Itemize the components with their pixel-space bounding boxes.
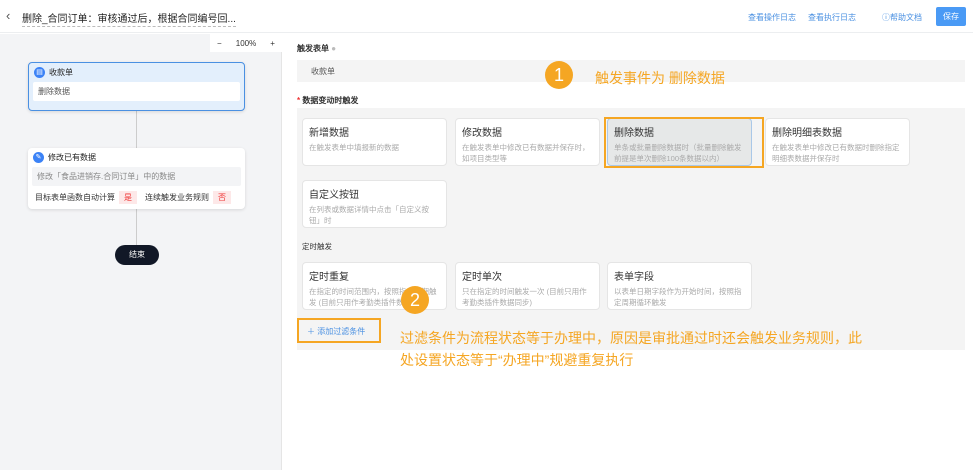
card-form-field[interactable]: 表单字段 以表单日期字段作为开始时间，按照指定周期循环触发 [607, 262, 752, 310]
connector [136, 209, 137, 245]
help-doc-link[interactable]: ⓘ帮助文档 [882, 12, 922, 23]
help-label: 帮助文档 [890, 13, 922, 22]
annotation-marker-2: 2 [401, 286, 429, 314]
zoom-out-button[interactable]: − [217, 39, 222, 48]
zoom-control: − 100% + [210, 34, 282, 52]
node-title: 修改已有数据 [48, 153, 96, 162]
add-filter-label: 添加过滤条件 [317, 327, 366, 336]
data-change-label: * 数据变动时触发 [297, 96, 359, 105]
trigger-node[interactable]: ▤ 收款单 删除数据 [28, 62, 245, 111]
add-filter-button[interactable]: ＋ 添加过滤条件 [297, 318, 381, 343]
edit-icon: ✎ [33, 152, 44, 163]
node-body: 修改「食品进销存.合同订单」中的数据 [32, 167, 241, 186]
chain-label: 连续触发业务规则 [145, 193, 209, 202]
trigger-form-label: 触发表单 ● [297, 44, 337, 53]
calc-label: 目标表单函数自动计算 [35, 193, 115, 202]
plus-icon: ＋ [307, 327, 318, 336]
card-add-data[interactable]: 新增数据 在触发表单中填报新的数据 [302, 118, 447, 166]
card-edit-data[interactable]: 修改数据 在触发表单中修改已有数据并保存时，如项目类型等 [455, 118, 600, 166]
card-timer-once[interactable]: 定时单次 只在指定的时间触发一次 (目前只用作考勤类插件数据同步) [455, 262, 600, 310]
save-button[interactable]: 保存 [936, 7, 966, 26]
end-node[interactable]: 结束 [115, 245, 159, 265]
help-icon: ⓘ [882, 13, 890, 22]
zoom-in-button[interactable]: + [270, 39, 275, 48]
node-title: 收款单 [49, 68, 73, 77]
calc-badge: 是 [119, 191, 137, 204]
execution-log-link[interactable]: 查看执行日志 [808, 12, 856, 23]
page-title[interactable]: 删除_合同订单：审核通过后，根据合同编号回... [22, 10, 236, 27]
connector [136, 111, 137, 148]
timer-label: 定时触发 [302, 242, 332, 251]
update-node[interactable]: ✎ 修改已有数据 修改「食品进销存.合同订单」中的数据 目标表单函数自动计算 是 … [28, 148, 245, 209]
card-delete-subtable-data[interactable]: 删除明细表数据 在触发表单中修改已有数据时删除指定明细表数据并保存时 [765, 118, 910, 166]
form-icon: ▤ [34, 67, 45, 78]
back-icon[interactable]: ‹ [6, 8, 10, 23]
annotation-note-1: 触发事件为 删除数据 [595, 70, 725, 86]
chain-badge: 否 [213, 191, 231, 204]
card-custom-button[interactable]: 自定义按钮 在列表或数据详情中点击「自定义按钮」时 [302, 180, 447, 228]
operation-log-link[interactable]: 查看操作日志 [748, 12, 796, 23]
highlight-box [604, 117, 764, 168]
annotation-marker-1: 1 [545, 61, 573, 89]
help-icon: ● [331, 44, 337, 53]
node-body: 删除数据 [33, 82, 240, 101]
zoom-level: 100% [235, 38, 257, 48]
annotation-note-2: 过滤条件为流程状态等于办理中，原因是审批通过时还会触发业务规则，此处设置状态等于… [400, 330, 862, 368]
